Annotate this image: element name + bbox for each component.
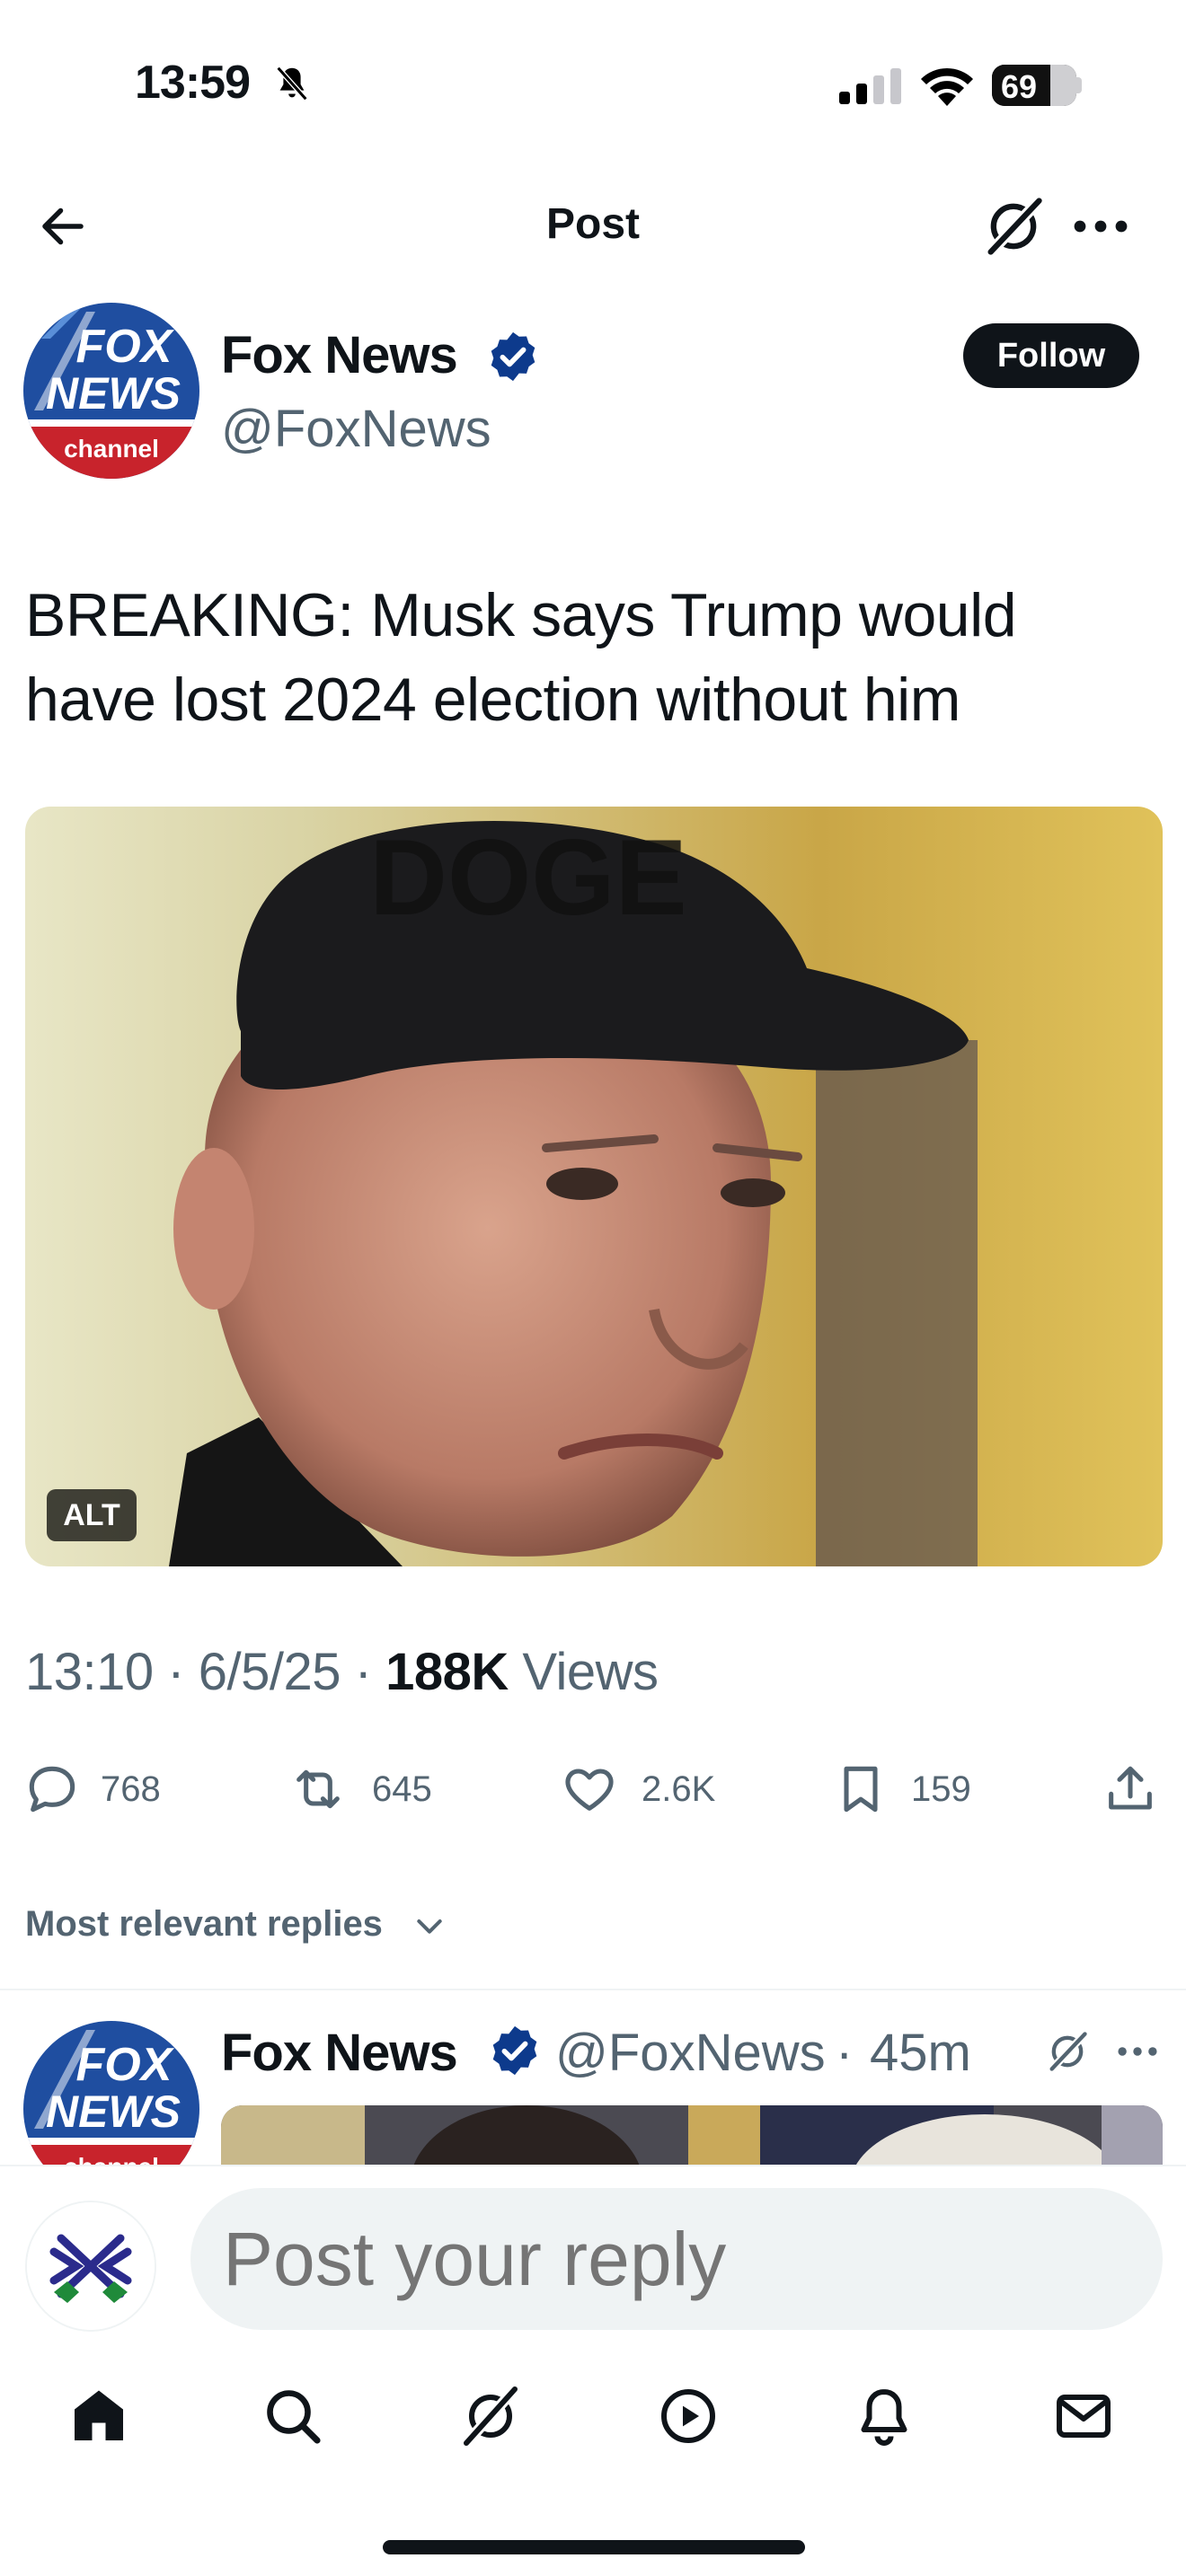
like-heart-icon[interactable] [561, 1760, 618, 1818]
post-meta: 13:10 · 6/5/25 · 188K Views [25, 1642, 659, 1702]
logo-channel-text: channel [64, 435, 159, 463]
like-count[interactable]: 2.6K [642, 1769, 715, 1810]
replies-sort-label[interactable]: Most relevant replies [25, 1904, 383, 1945]
reply-icon[interactable] [23, 1760, 81, 1818]
search-icon[interactable] [261, 2384, 325, 2448]
more-options-icon[interactable] [1069, 199, 1132, 253]
my-avatar-logo [27, 2202, 155, 2330]
alt-text-badge[interactable]: ALT [47, 1489, 137, 1541]
meta-separator: · [167, 1643, 185, 1701]
reply-author-handle[interactable]: @FoxNews [555, 2023, 826, 2083]
cap-text: DOGE [369, 817, 686, 938]
reply-author-name[interactable]: Fox News [221, 2023, 458, 2083]
reply-input[interactable] [190, 2188, 1163, 2330]
section-divider [0, 1989, 1186, 1990]
grok-icon[interactable] [458, 2384, 523, 2448]
repost-count[interactable]: 645 [372, 1769, 432, 1810]
bookmark-count[interactable]: 159 [911, 1769, 971, 1810]
logo-news-text: NEWS [46, 2086, 181, 2137]
chevron-down-icon[interactable] [412, 1908, 447, 1944]
reply-timestamp: 45m [870, 2024, 971, 2082]
reply-count[interactable]: 768 [101, 1769, 161, 1810]
post-time: 13:10 [25, 1643, 154, 1701]
verified-badge-icon [492, 2025, 537, 2076]
battery-empty [1049, 65, 1076, 106]
verified-badge-icon [491, 331, 535, 382]
notifications-bell-icon[interactable] [852, 2384, 916, 2448]
cellular-signal-icon [839, 68, 901, 104]
battery-tip [1076, 77, 1082, 93]
bell-muted-icon [276, 66, 308, 101]
logo-fox-text: FOX [76, 2039, 175, 2091]
grok-icon[interactable] [1044, 2028, 1091, 2075]
fox-news-logo: FOX NEWS channel [23, 303, 199, 479]
follow-button[interactable]: Follow [963, 323, 1139, 388]
my-avatar[interactable] [25, 2201, 156, 2332]
logo-news-text: NEWS [46, 368, 181, 419]
share-icon[interactable] [1102, 1760, 1159, 1818]
author-handle[interactable]: @FoxNews [221, 399, 491, 459]
status-time: 13:59 [135, 57, 251, 109]
reply-separator: · [836, 2024, 854, 2082]
grok-icon[interactable] [979, 192, 1048, 260]
messages-envelope-icon[interactable] [1051, 2384, 1116, 2448]
bookmark-icon[interactable] [832, 1760, 890, 1818]
post-image[interactable]: DOGE [25, 807, 1163, 1566]
repost-icon[interactable] [289, 1760, 347, 1818]
video-play-icon[interactable] [656, 2384, 721, 2448]
author-avatar[interactable]: FOX NEWS channel [23, 303, 199, 479]
home-indicator [383, 2540, 805, 2554]
wifi-icon [921, 67, 973, 106]
post-text: BREAKING: Musk says Trump would have los… [25, 581, 1017, 734]
more-options-icon[interactable] [1114, 2032, 1161, 2071]
battery-level-text: 69 [1001, 68, 1038, 105]
logo-fox-text: FOX [76, 321, 175, 373]
battery-indicator: 69 [992, 65, 1076, 106]
post-date: 6/5/25 [198, 1643, 341, 1701]
home-icon[interactable] [66, 2384, 131, 2448]
views-label: Views [522, 1643, 659, 1701]
meta-separator: · [354, 1643, 372, 1701]
views-count: 188K [385, 1643, 509, 1701]
post-photo: DOGE [25, 807, 1163, 1566]
author-name[interactable]: Fox News [221, 325, 458, 385]
